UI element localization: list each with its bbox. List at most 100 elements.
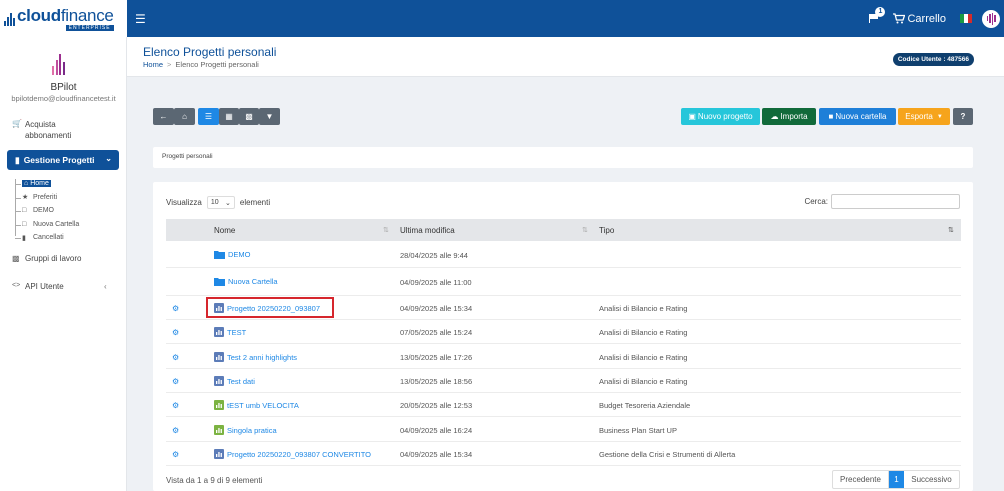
filter-icon: ▼ [265, 112, 274, 121]
sort-icon[interactable]: ⇅ [582, 226, 588, 234]
project-modified: 04/09/2025 alle 15:34 [400, 304, 473, 313]
table-row[interactable]: ⚙ Progetto 20250220_093807 CONVERTITO 04/0… [166, 442, 961, 466]
sidebar-user-email: bpilotdemo@cloudfinancetest.it [11, 94, 116, 103]
export-dropdown-button[interactable]: Esporta ▼ [898, 108, 950, 125]
chevron-left-icon: ‹ [104, 282, 107, 291]
project-type: Analisi di Bilancio e Rating [599, 377, 688, 386]
gear-icon[interactable]: ⚙ [172, 328, 179, 337]
trash-icon: ▮ [22, 234, 26, 242]
logo-light-text: finance [60, 5, 114, 25]
sidebar-item-gestione-progetti[interactable]: ▮ Gestione Progetti ⌄ [7, 150, 119, 170]
sidebar: BPilot bpilotdemo@cloudfinancetest.it 🛒 … [0, 37, 127, 491]
new-folder-button[interactable]: ■ Nuova cartella [819, 108, 896, 125]
project-modified: 13/05/2025 alle 17:26 [400, 353, 473, 362]
table-row[interactable]: ⚙ Test dati 13/05/2025 alle 18:56 Analisi d… [166, 369, 961, 393]
project-name-link[interactable]: TEST [214, 327, 246, 337]
pagination-next[interactable]: Successivo [904, 471, 959, 488]
folder-plus-icon: ■ [828, 112, 834, 121]
list-view-button[interactable]: ☰ [198, 108, 219, 125]
project-chart-icon [214, 449, 224, 459]
project-name-link[interactable]: Test dati [214, 376, 255, 386]
gear-icon[interactable]: ⚙ [172, 401, 179, 410]
cart-button[interactable]: Carrello [893, 13, 946, 25]
table-row[interactable]: ⚙ Test 2 anni highlights 13/05/2025 alle 1… [166, 344, 961, 369]
notifications-flag-icon[interactable]: 1 [869, 7, 886, 23]
table-row[interactable]: ⚙ TEST 07/05/2025 alle 15:24 Analisi di Bil… [166, 320, 961, 344]
folder-icon: □ [22, 207, 27, 215]
gear-icon[interactable]: ⚙ [172, 450, 179, 459]
breadcrumb-home-link[interactable]: Home [143, 60, 163, 69]
new-project-button[interactable]: ▣ Nuovo progetto [681, 108, 760, 125]
home-button[interactable]: ⌂ [174, 108, 195, 125]
page-title: Elenco Progetti personali [143, 45, 277, 59]
back-button[interactable]: ← [153, 108, 174, 125]
project-modified: 04/09/2025 alle 11:00 [400, 278, 472, 287]
column-header-modified[interactable]: Ultima modifica [400, 226, 455, 235]
project-modified: 28/04/2025 alle 9:44 [400, 251, 468, 260]
calendar-button[interactable]: ▩ [239, 108, 259, 125]
folder-icon [214, 278, 225, 286]
highlight-annotation-box [206, 297, 334, 318]
table-row[interactable]: Nuova Cartella 04/09/2025 alle 11:00 [166, 268, 961, 296]
projects-table-card: Visualizza 10 ⌄ elementi Cerca: Nome ⇅ U… [153, 182, 973, 491]
project-type: Analisi di Bilancio e Rating [599, 353, 688, 362]
list-icon: ☰ [204, 112, 213, 121]
logo-subtitle: ENTERPRISE [65, 24, 114, 31]
project-name-link[interactable]: DEMO [214, 250, 251, 259]
help-button[interactable]: ? [953, 108, 973, 125]
column-header-type[interactable]: Tipo [599, 226, 614, 235]
user-avatar[interactable] [982, 9, 1000, 28]
table-row[interactable]: ⚙ tEST umb VELOCITA 20/05/2025 alle 12:53 B… [166, 393, 961, 417]
logo[interactable]: cloudfinance ENTERPRISE [0, 0, 127, 37]
tree-item-nuova-cartella[interactable]: □ Nuova Cartella [15, 218, 79, 232]
gear-icon[interactable]: ⚙ [172, 377, 179, 386]
sort-active-icon[interactable]: ⇅ [948, 226, 954, 234]
table-row[interactable]: ⚙ Singola pratica 04/09/2025 alle 16:24 Bus… [166, 417, 961, 442]
project-modified: 07/05/2025 alle 15:24 [400, 328, 473, 337]
project-name-link[interactable]: Nuova Cartella [214, 277, 278, 286]
column-header-name[interactable]: Nome [214, 226, 235, 235]
pagination-page-1[interactable]: 1 [889, 471, 904, 488]
menu-toggle-icon[interactable]: ☰ [135, 12, 146, 26]
page-length-select[interactable]: 10 ⌄ [206, 196, 235, 209]
gear-icon[interactable]: ⚙ [172, 353, 179, 362]
sidebar-item-api[interactable]: <> API Utente ‹ [12, 282, 112, 291]
project-name-link[interactable]: tEST umb VELOCITA [214, 400, 299, 410]
filter-button[interactable]: ▼ [259, 108, 280, 125]
language-italian-flag-icon[interactable] [960, 14, 972, 23]
project-name-link[interactable]: Progetto 20250220_093807 CONVERTITO [214, 449, 371, 459]
section-header: Progetti personali [153, 147, 973, 168]
project-type: Gestione della Crisi e Strumenti di Alle… [599, 450, 736, 459]
tree-item-cancellati[interactable]: ▮ Cancellati [15, 231, 79, 245]
project-name-link[interactable]: Test 2 anni highlights [214, 352, 297, 362]
search-input[interactable] [831, 194, 960, 209]
table-row[interactable]: DEMO 28/04/2025 alle 9:44 [166, 241, 961, 268]
sort-icon[interactable]: ⇅ [383, 226, 389, 234]
grid-view-button[interactable]: ▦ [219, 108, 239, 125]
folder-icon [214, 251, 225, 259]
cart-icon: 🛒 [12, 119, 22, 128]
table-info: Vista da 1 a 9 di 9 elementi [166, 476, 263, 485]
gear-icon[interactable]: ⚙ [172, 304, 179, 313]
tree-item-demo[interactable]: □ DEMO [15, 204, 79, 218]
sidebar-item-label: Acquista abbonamenti [24, 120, 72, 140]
pagination-previous[interactable]: Precedente [833, 471, 889, 488]
question-icon: ? [960, 112, 966, 121]
gear-icon[interactable]: ⚙ [172, 426, 179, 435]
sidebar-item-label: API Utente [25, 282, 64, 291]
search-control: Cerca: [804, 194, 960, 209]
user-code-badge: Codice Utente : 487566 [892, 53, 974, 66]
import-button[interactable]: ☁ Importa [762, 108, 816, 125]
project-chart-icon [214, 327, 224, 337]
sidebar-avatar-icon [52, 53, 72, 75]
sidebar-item-gruppi[interactable]: ▩ Gruppi di lavoro [12, 254, 81, 263]
sidebar-item-acquista[interactable]: 🛒 Acquista abbonamenti [12, 119, 92, 141]
home-icon: ⌂ [24, 180, 29, 188]
tree-item-preferiti[interactable]: ★ Preferiti [15, 191, 79, 205]
tree-item-home[interactable]: ⌂ Home [15, 177, 79, 191]
project-chart-icon [214, 352, 224, 362]
page-length-control: Visualizza 10 ⌄ elementi [166, 196, 271, 209]
breadcrumb: Home > Elenco Progetti personali [143, 60, 259, 69]
file-icon: ▣ [688, 112, 696, 121]
project-name-link[interactable]: Singola pratica [214, 425, 277, 435]
